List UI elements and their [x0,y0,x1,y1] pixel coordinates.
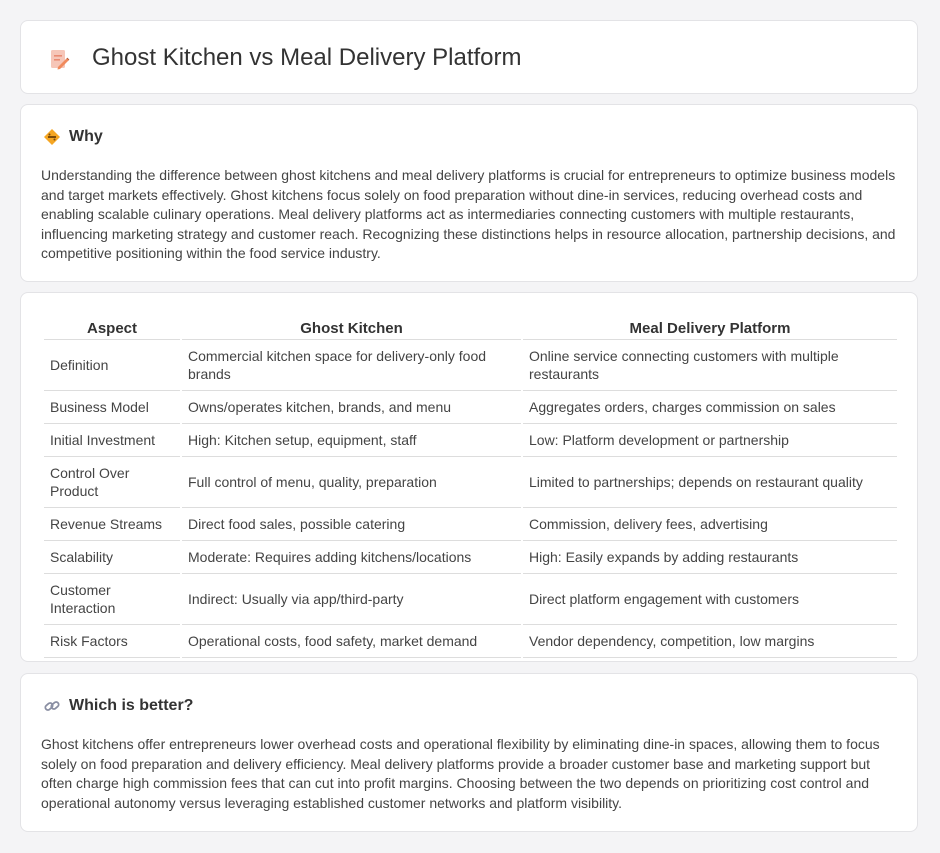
table-row: Customer Interaction Indirect: Usually v… [44,574,897,625]
better-text: Ghost kitchens offer entrepreneurs lower… [41,736,880,811]
row-meal-delivery: Limited to partnerships; depends on rest… [523,457,897,508]
table-row: Risk Factors Operational costs, food saf… [44,625,897,658]
row-meal-delivery: Aggregates orders, charges commission on… [523,391,897,424]
table-row: Business Model Owns/operates kitchen, br… [44,391,897,424]
row-aspect: Customer Interaction [44,574,180,625]
better-title: Which is better? [69,697,194,714]
row-aspect: Business Model [44,391,180,424]
row-meal-delivery: Low: Platform development or partnership [523,424,897,457]
row-meal-delivery: Vendor dependency, competition, low marg… [523,625,897,658]
header-card: Ghost Kitchen vs Meal Delivery Platform [20,20,918,94]
document-pencil-icon [51,50,70,70]
row-ghost-kitchen: Operational costs, food safety, market d… [182,625,521,658]
table-row: Control Over Product Full control of men… [44,457,897,508]
comparison-table: Aspect Ghost Kitchen Meal Delivery Platf… [42,314,899,658]
table-row: Scalability Moderate: Requires adding ki… [44,541,897,574]
why-heading: Why [43,127,103,147]
table-row: Revenue Streams Direct food sales, possi… [44,508,897,541]
link-icon [44,701,60,711]
table-row: Definition Commercial kitchen space for … [44,340,897,391]
diamond-warning-icon [44,129,60,145]
column-header-ghost-kitchen: Ghost Kitchen [182,314,521,340]
why-section: Why Understanding the difference between… [20,104,918,282]
why-title: Why [69,128,103,145]
row-aspect: Revenue Streams [44,508,180,541]
column-header-aspect: Aspect [44,314,180,340]
table-row: Initial Investment High: Kitchen setup, … [44,424,897,457]
page-title: Ghost Kitchen vs Meal Delivery Platform [92,44,522,71]
row-aspect: Initial Investment [44,424,180,457]
column-header-meal-delivery-platform: Meal Delivery Platform [523,314,897,340]
row-ghost-kitchen: High: Kitchen setup, equipment, staff [182,424,521,457]
row-ghost-kitchen: Commercial kitchen space for delivery-on… [182,340,521,391]
which-is-better-section: Which is better? Ghost kitchens offer en… [20,673,918,832]
row-meal-delivery: High: Easily expands by adding restauran… [523,541,897,574]
row-ghost-kitchen: Moderate: Requires adding kitchens/locat… [182,541,521,574]
better-heading: Which is better? [43,696,193,716]
row-ghost-kitchen: Indirect: Usually via app/third-party [182,574,521,625]
table-header-row: Aspect Ghost Kitchen Meal Delivery Platf… [44,314,897,340]
row-meal-delivery: Direct platform engagement with customer… [523,574,897,625]
row-aspect: Definition [44,340,180,391]
row-ghost-kitchen: Full control of menu, quality, preparati… [182,457,521,508]
row-aspect: Scalability [44,541,180,574]
row-meal-delivery: Commission, delivery fees, advertising [523,508,897,541]
why-text: Understanding the difference between gho… [41,167,896,262]
comparison-section: Aspect Ghost Kitchen Meal Delivery Platf… [20,292,918,662]
row-ghost-kitchen: Direct food sales, possible catering [182,508,521,541]
row-meal-delivery: Online service connecting customers with… [523,340,897,391]
row-ghost-kitchen: Owns/operates kitchen, brands, and menu [182,391,521,424]
row-aspect: Risk Factors [44,625,180,658]
row-aspect: Control Over Product [44,457,180,508]
